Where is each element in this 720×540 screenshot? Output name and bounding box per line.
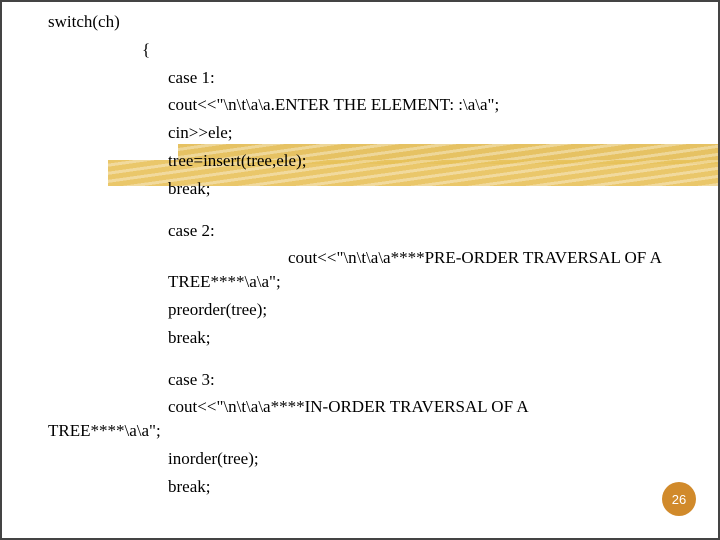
- code-line: inorder(tree);: [48, 447, 672, 471]
- code-line: case 2:: [48, 219, 672, 243]
- page-number: 26: [672, 492, 686, 507]
- code-line: break;: [48, 177, 672, 201]
- code-line: tree=insert(tree,ele);: [48, 149, 672, 173]
- code-line: cin>>ele;: [48, 121, 672, 145]
- code-line: cout<<"\n\t\a\a****PRE-ORDER TRAVERSAL O…: [168, 246, 672, 294]
- code-line: break;: [48, 475, 672, 499]
- page-number-badge: 26: [662, 482, 696, 516]
- code-line: switch(ch): [48, 10, 672, 34]
- slide-page: switch(ch) { case 1: cout<<"\n\t\a\a.ENT…: [0, 0, 720, 540]
- code-line: case 1:: [48, 66, 672, 90]
- code-content: switch(ch) { case 1: cout<<"\n\t\a\a.ENT…: [48, 10, 672, 503]
- code-line: {: [48, 38, 672, 62]
- code-line: break;: [48, 326, 672, 350]
- code-line: case 3:: [48, 368, 672, 392]
- code-line: cout<<"\n\t\a\a.ENTER THE ELEMENT: :\a\a…: [48, 93, 672, 117]
- code-line: cout<<"\n\t\a\a****IN-ORDER TRAVERSAL OF…: [168, 395, 672, 443]
- code-line: preorder(tree);: [48, 298, 672, 322]
